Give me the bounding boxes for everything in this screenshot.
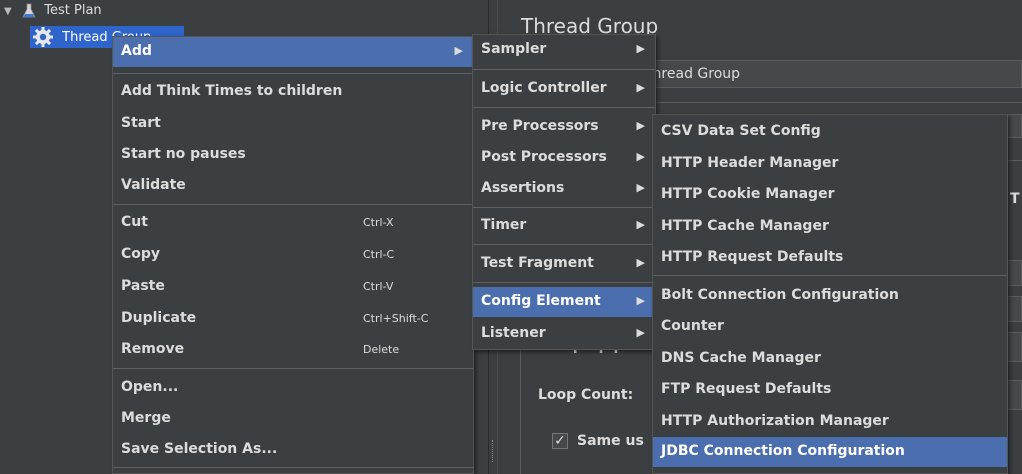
menu-separator [473, 107, 655, 108]
menu-item-http-request-defaults[interactable]: HTTP Request Defaults [653, 243, 1007, 273]
menu-item-listener[interactable]: Listener ▶ [473, 319, 655, 349]
menu-item-logic-controller[interactable]: Logic Controller ▶ [473, 74, 655, 104]
menu-item-http-cache-manager[interactable]: HTTP Cache Manager [653, 212, 1007, 242]
comments-field[interactable] [1006, 114, 1022, 138]
menu-separator [653, 275, 1007, 276]
menu-item-start[interactable]: Start [113, 109, 473, 139]
menu-item-remove[interactable]: Remove Delete [113, 335, 473, 365]
menu-separator [473, 69, 655, 70]
submenu-arrow-icon: ▶ [636, 42, 645, 55]
menu-separator [113, 73, 473, 74]
name-field[interactable]: Thread Group [640, 60, 1022, 88]
threads-field-2[interactable] [1006, 296, 1022, 322]
menu-item-duplicate[interactable]: Duplicate Ctrl+Shift-C [113, 304, 473, 334]
loop-count-label: Loop Count: [538, 387, 634, 403]
menu-item-assertions[interactable]: Assertions ▶ [473, 174, 655, 204]
menu-item-paste[interactable]: Paste Ctrl-V [113, 272, 473, 302]
menu-separator [113, 467, 473, 468]
menu-item-http-cookie-manager[interactable]: HTTP Cookie Manager [653, 180, 1007, 210]
submenu-arrow-icon: ▶ [636, 119, 645, 132]
submenu-arrow-icon: ▶ [636, 218, 645, 231]
menu-item-validate[interactable]: Validate [113, 171, 473, 201]
menu-item-sampler[interactable]: Sampler ▶ [473, 35, 655, 65]
name-field-value: Thread Group [644, 66, 741, 82]
flask-icon [22, 3, 36, 17]
same-user-checkbox[interactable]: ✓ [552, 433, 568, 449]
context-menu: Add ▶ Add Think Times to children Start … [112, 36, 474, 474]
submenu-arrow-icon: ▶ [636, 150, 645, 163]
tree-item-test-plan[interactable]: ▼ Test Plan [0, 0, 488, 22]
threads-field[interactable] [1006, 260, 1022, 286]
menu-item-jdbc-connection-configuration[interactable]: JDBC Connection Configuration [653, 437, 1007, 467]
menu-separator [113, 368, 473, 369]
ramp-up-field[interactable] [1006, 332, 1022, 362]
submenu-arrow-icon: ▶ [636, 81, 645, 94]
add-submenu: Sampler ▶ Logic Controller ▶ Pre Process… [472, 34, 656, 350]
menu-item-csv-data-set-config[interactable]: CSV Data Set Config [653, 117, 1007, 147]
menu-separator [473, 207, 655, 208]
menu-item-ftp-request-defaults[interactable]: FTP Request Defaults [653, 375, 1007, 405]
menu-item-copy[interactable]: Copy Ctrl-C [113, 240, 473, 270]
expand-arrow-icon[interactable]: ▼ [4, 1, 18, 23]
splitter-grip[interactable] [492, 440, 495, 462]
menu-separator [473, 244, 655, 245]
menu-item-open[interactable]: Open... [113, 373, 473, 403]
menu-separator [113, 204, 473, 205]
submenu-arrow-icon: ▶ [636, 294, 645, 307]
menu-item-counter[interactable]: Counter [653, 312, 1007, 342]
action-label-fragment: T [1010, 191, 1020, 207]
submenu-arrow-icon: ▶ [454, 44, 463, 57]
menu-item-add[interactable]: Add ▶ [113, 37, 473, 67]
menu-item-add-think-times[interactable]: Add Think Times to children [113, 77, 473, 107]
menu-item-save-selection-as[interactable]: Save Selection As... [113, 435, 473, 465]
menu-item-http-authorization-manager[interactable]: HTTP Authorization Manager [653, 407, 1007, 437]
submenu-arrow-icon: ▶ [636, 256, 645, 269]
submenu-arrow-icon: ▶ [636, 326, 645, 339]
tree-item-label: Test Plan [44, 3, 102, 18]
menu-item-pre-processors[interactable]: Pre Processors ▶ [473, 112, 655, 142]
menu-item-test-fragment[interactable]: Test Fragment ▶ [473, 249, 655, 279]
config-element-submenu: CSV Data Set Config HTTP Header Manager … [652, 114, 1008, 474]
same-user-label: Same us [577, 433, 644, 449]
menu-item-merge[interactable]: Merge [113, 404, 473, 434]
menu-separator [473, 282, 655, 283]
menu-item-cut[interactable]: Cut Ctrl-X [113, 208, 473, 238]
menu-item-bolt-connection-configuration[interactable]: Bolt Connection Configuration [653, 281, 1007, 311]
menu-item-timer[interactable]: Timer ▶ [473, 211, 655, 241]
loop-count-field[interactable] [1006, 380, 1022, 410]
submenu-arrow-icon: ▶ [636, 181, 645, 194]
menu-item-http-header-manager[interactable]: HTTP Header Manager [653, 149, 1007, 179]
menu-item-config-element[interactable]: Config Element ▶ [473, 287, 655, 317]
menu-item-start-no-pauses[interactable]: Start no pauses [113, 140, 473, 170]
menu-item-post-processors[interactable]: Post Processors ▶ [473, 143, 655, 173]
menu-item-dns-cache-manager[interactable]: DNS Cache Manager [653, 344, 1007, 374]
gear-icon [33, 27, 53, 47]
